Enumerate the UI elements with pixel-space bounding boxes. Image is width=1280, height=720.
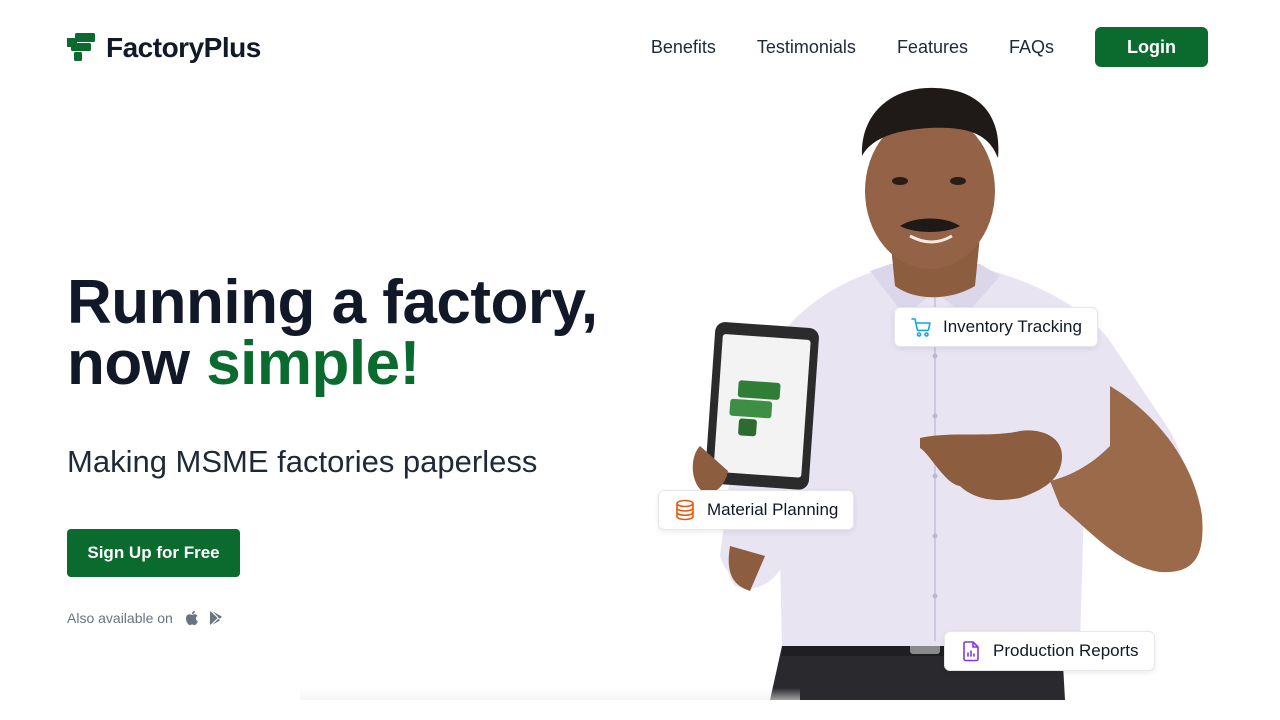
headline-accent: simple! (206, 329, 420, 398)
feature-label: Inventory Tracking (943, 317, 1082, 336)
section-divider (300, 688, 800, 700)
headline-now: now (67, 329, 207, 398)
brand-name: FactoryPlus (106, 32, 261, 63)
top-nav: Benefits Testimonials Features FAQs Logi… (651, 27, 1208, 67)
headline-line-2: now simple! (67, 333, 598, 395)
nav-link-testimonials[interactable]: Testimonials (757, 37, 856, 58)
nav-link-benefits[interactable]: Benefits (651, 37, 716, 58)
signup-button[interactable]: Sign Up for Free (67, 529, 240, 577)
factoryplus-logo-icon (67, 33, 95, 61)
login-button[interactable]: Login (1095, 27, 1208, 67)
feature-chip-material: Material Planning (658, 490, 855, 530)
hero-person-photo (692, 87, 1203, 700)
nav-link-features[interactable]: Features (897, 37, 968, 58)
brand-logo[interactable]: FactoryPlus (67, 32, 261, 64)
headline-line-1: Running a factory, (67, 268, 598, 337)
app-availability: Also available on (67, 610, 225, 626)
feature-chip-reports: Production Reports (944, 631, 1155, 671)
feature-chip-inventory: Inventory Tracking (894, 307, 1098, 347)
apple-icon[interactable] (185, 610, 201, 626)
cart-icon (911, 318, 931, 337)
nav-link-faqs[interactable]: FAQs (1009, 37, 1054, 58)
google-play-icon[interactable] (209, 610, 225, 626)
report-icon (963, 641, 979, 662)
database-icon (676, 499, 694, 521)
hero-headline: Running a factory, now simple! (67, 268, 598, 395)
feature-label: Material Planning (707, 500, 839, 519)
feature-label: Production Reports (993, 641, 1139, 660)
hero-subheading: Making MSME factories paperless (67, 444, 538, 479)
available-text: Also available on (67, 610, 173, 626)
